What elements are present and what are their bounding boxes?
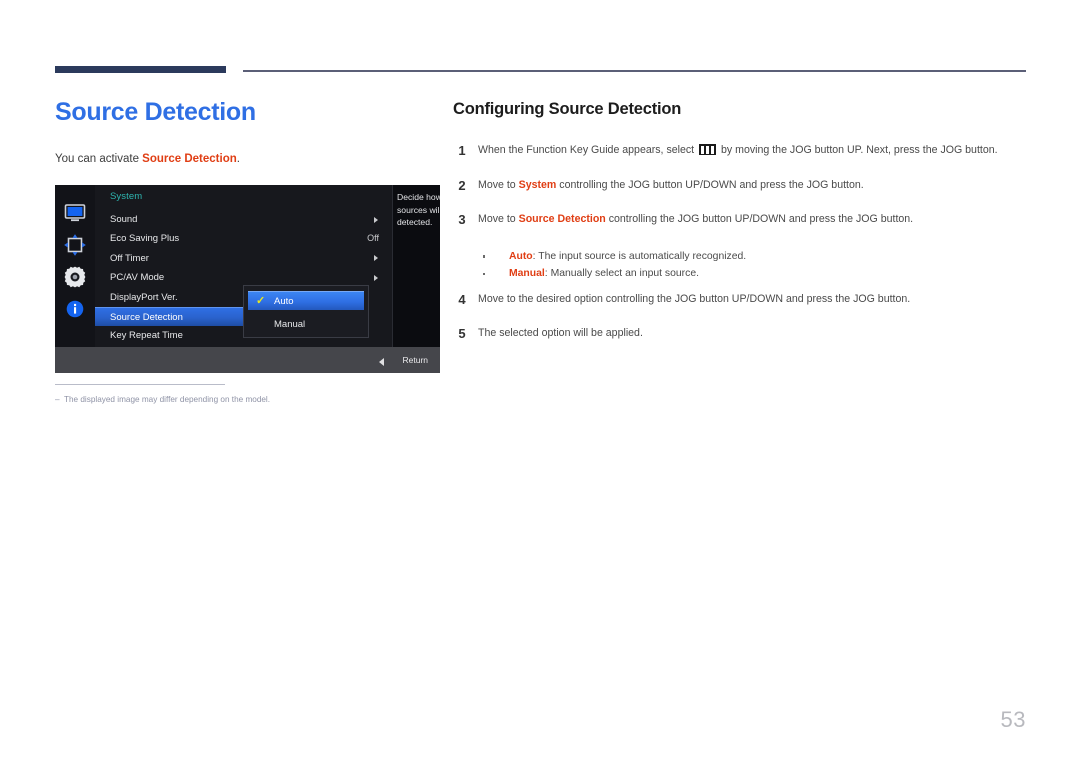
step-text: Move to Source Detection controlling the…	[478, 212, 1028, 227]
lede-suffix: .	[236, 153, 240, 165]
osd-screenshot: System Sound Eco Saving Plus Off Off Tim…	[55, 185, 440, 373]
option-bullets: Auto: The input source is automatically …	[478, 247, 1028, 283]
bullet-dot-icon	[483, 255, 486, 258]
osd-section-title: System	[110, 191, 143, 202]
checkmark-icon: ✓	[256, 295, 266, 307]
screen-adjust-icon[interactable]	[63, 233, 87, 257]
lede-paragraph: You can activate Source Detection.	[55, 129, 440, 167]
bullet-body: : The input source is automatically reco…	[532, 250, 747, 262]
osd-item-label: Off Timer	[110, 252, 149, 264]
function-key-guide-icon	[699, 144, 717, 155]
section-heading: Configuring Source Detection	[453, 100, 682, 118]
step-1: 1 When the Function Key Guide appears, s…	[453, 143, 1028, 178]
step-number: 5	[458, 326, 466, 342]
osd-icon-rail	[55, 185, 95, 347]
osd-item-label: PC/AV Mode	[110, 272, 165, 284]
information-icon[interactable]	[63, 297, 87, 321]
step-text-highlight: Source Detection	[518, 213, 606, 226]
step-2: 2 Move to System controlling the JOG but…	[453, 178, 1028, 213]
lede-prefix: You can activate	[55, 153, 143, 165]
footnote: – The displayed image may differ dependin…	[55, 384, 385, 406]
bullet-highlight: Auto	[509, 250, 533, 262]
chevron-right-icon	[374, 255, 378, 262]
step-number: 2	[458, 177, 466, 193]
osd-menu-item-sound[interactable]: Sound	[95, 210, 392, 229]
bullet-auto: Auto: The input source is automatically …	[478, 248, 1028, 266]
step-text-part: controlling the JOG button UP/DOWN and p…	[556, 178, 864, 191]
step-4: 4 Move to the desired option controlling…	[453, 283, 1028, 327]
bullet-manual: Manual: Manually select an input source.	[478, 265, 1028, 283]
lede-highlight: Source Detection	[142, 153, 237, 165]
footnote-label: The displayed image may differ depending…	[64, 395, 271, 404]
bullet-highlight: Manual	[509, 268, 545, 280]
step-text-part: Move to	[478, 178, 519, 191]
bullet-text: Auto: The input source is automatically …	[509, 251, 746, 262]
osd-item-label: DisplayPort Ver.	[110, 291, 178, 303]
chevron-right-icon	[374, 216, 378, 223]
header-thin-rule	[243, 70, 1026, 72]
step-text: Move to System controlling the JOG butto…	[478, 178, 1028, 193]
header-accent-bar	[55, 66, 226, 73]
step-text-part: Move to	[478, 213, 519, 226]
step-number: 3	[458, 212, 466, 228]
right-column: Configuring Source Detection 1 When the …	[453, 98, 1028, 361]
step-text-part: by moving the JOG button UP. Next, press…	[718, 144, 998, 156]
osd-item-value: Off	[367, 233, 379, 244]
system-gear-icon[interactable]	[63, 265, 87, 289]
page-number: 53	[1000, 707, 1026, 732]
step-text-part: controlling the JOG button UP/DOWN and p…	[605, 213, 914, 226]
display-icon[interactable]	[63, 201, 87, 225]
step-text: The selected option will be applied.	[478, 327, 643, 340]
osd-item-label: Eco Saving Plus	[110, 233, 180, 245]
osd-menu-panel: System Sound Eco Saving Plus Off Off Tim…	[95, 185, 392, 347]
osd-bottom-bar: Return	[55, 347, 440, 373]
step-number: 1	[458, 143, 466, 158]
osd-submenu-label: Manual	[274, 319, 306, 330]
osd-description-pane: Decide how input sources will be detecte…	[392, 185, 440, 347]
osd-menu-item-eco-saving-plus[interactable]: Eco Saving Plus Off	[95, 229, 392, 248]
step-text-part: When the Function Key Guide appears, sel…	[478, 144, 698, 156]
step-text: When the Function Key Guide appears, sel…	[478, 143, 1028, 158]
osd-menu-item-off-timer[interactable]: Off Timer	[95, 249, 392, 268]
osd-description-text: Decide how input sources will be detecte…	[397, 192, 440, 227]
step-5: 5 The selected option will be applied.	[453, 326, 1028, 361]
osd-item-label: Sound	[110, 214, 138, 225]
osd-item-label: Source Detection	[110, 311, 183, 323]
header-rules	[0, 0, 1080, 80]
instruction-steps: 1 When the Function Key Guide appears, s…	[453, 120, 1028, 361]
chevron-right-icon	[374, 274, 378, 281]
osd-submenu-option-auto[interactable]: ✓ Auto	[248, 291, 364, 310]
left-column: Source Detection You can activate Source…	[55, 95, 440, 167]
osd-submenu-source-detection: ✓ Auto Manual	[243, 285, 369, 338]
step-text: Move to the desired option controlling t…	[478, 292, 911, 305]
page-title: Source Detection	[55, 98, 256, 126]
osd-submenu-option-manual[interactable]: Manual	[248, 315, 364, 334]
footnote-dash: –	[55, 395, 60, 404]
bullet-dot-icon	[483, 272, 486, 276]
bullet-body: : Manually select an input source.	[544, 268, 700, 280]
step-3: 3 Move to Source Detection controlling t…	[453, 212, 1028, 247]
step-text-highlight: System	[518, 178, 557, 191]
osd-submenu-label: Auto	[274, 296, 294, 307]
bullet-text: Manual: Manually select an input source.	[509, 268, 699, 279]
osd-return-label[interactable]: Return	[402, 355, 428, 365]
return-arrow-icon[interactable]	[379, 358, 384, 366]
step-number: 4	[458, 291, 466, 307]
osd-item-label: Key Repeat Time	[110, 330, 183, 342]
footnote-text: – The displayed image may differ dependin…	[55, 385, 385, 406]
